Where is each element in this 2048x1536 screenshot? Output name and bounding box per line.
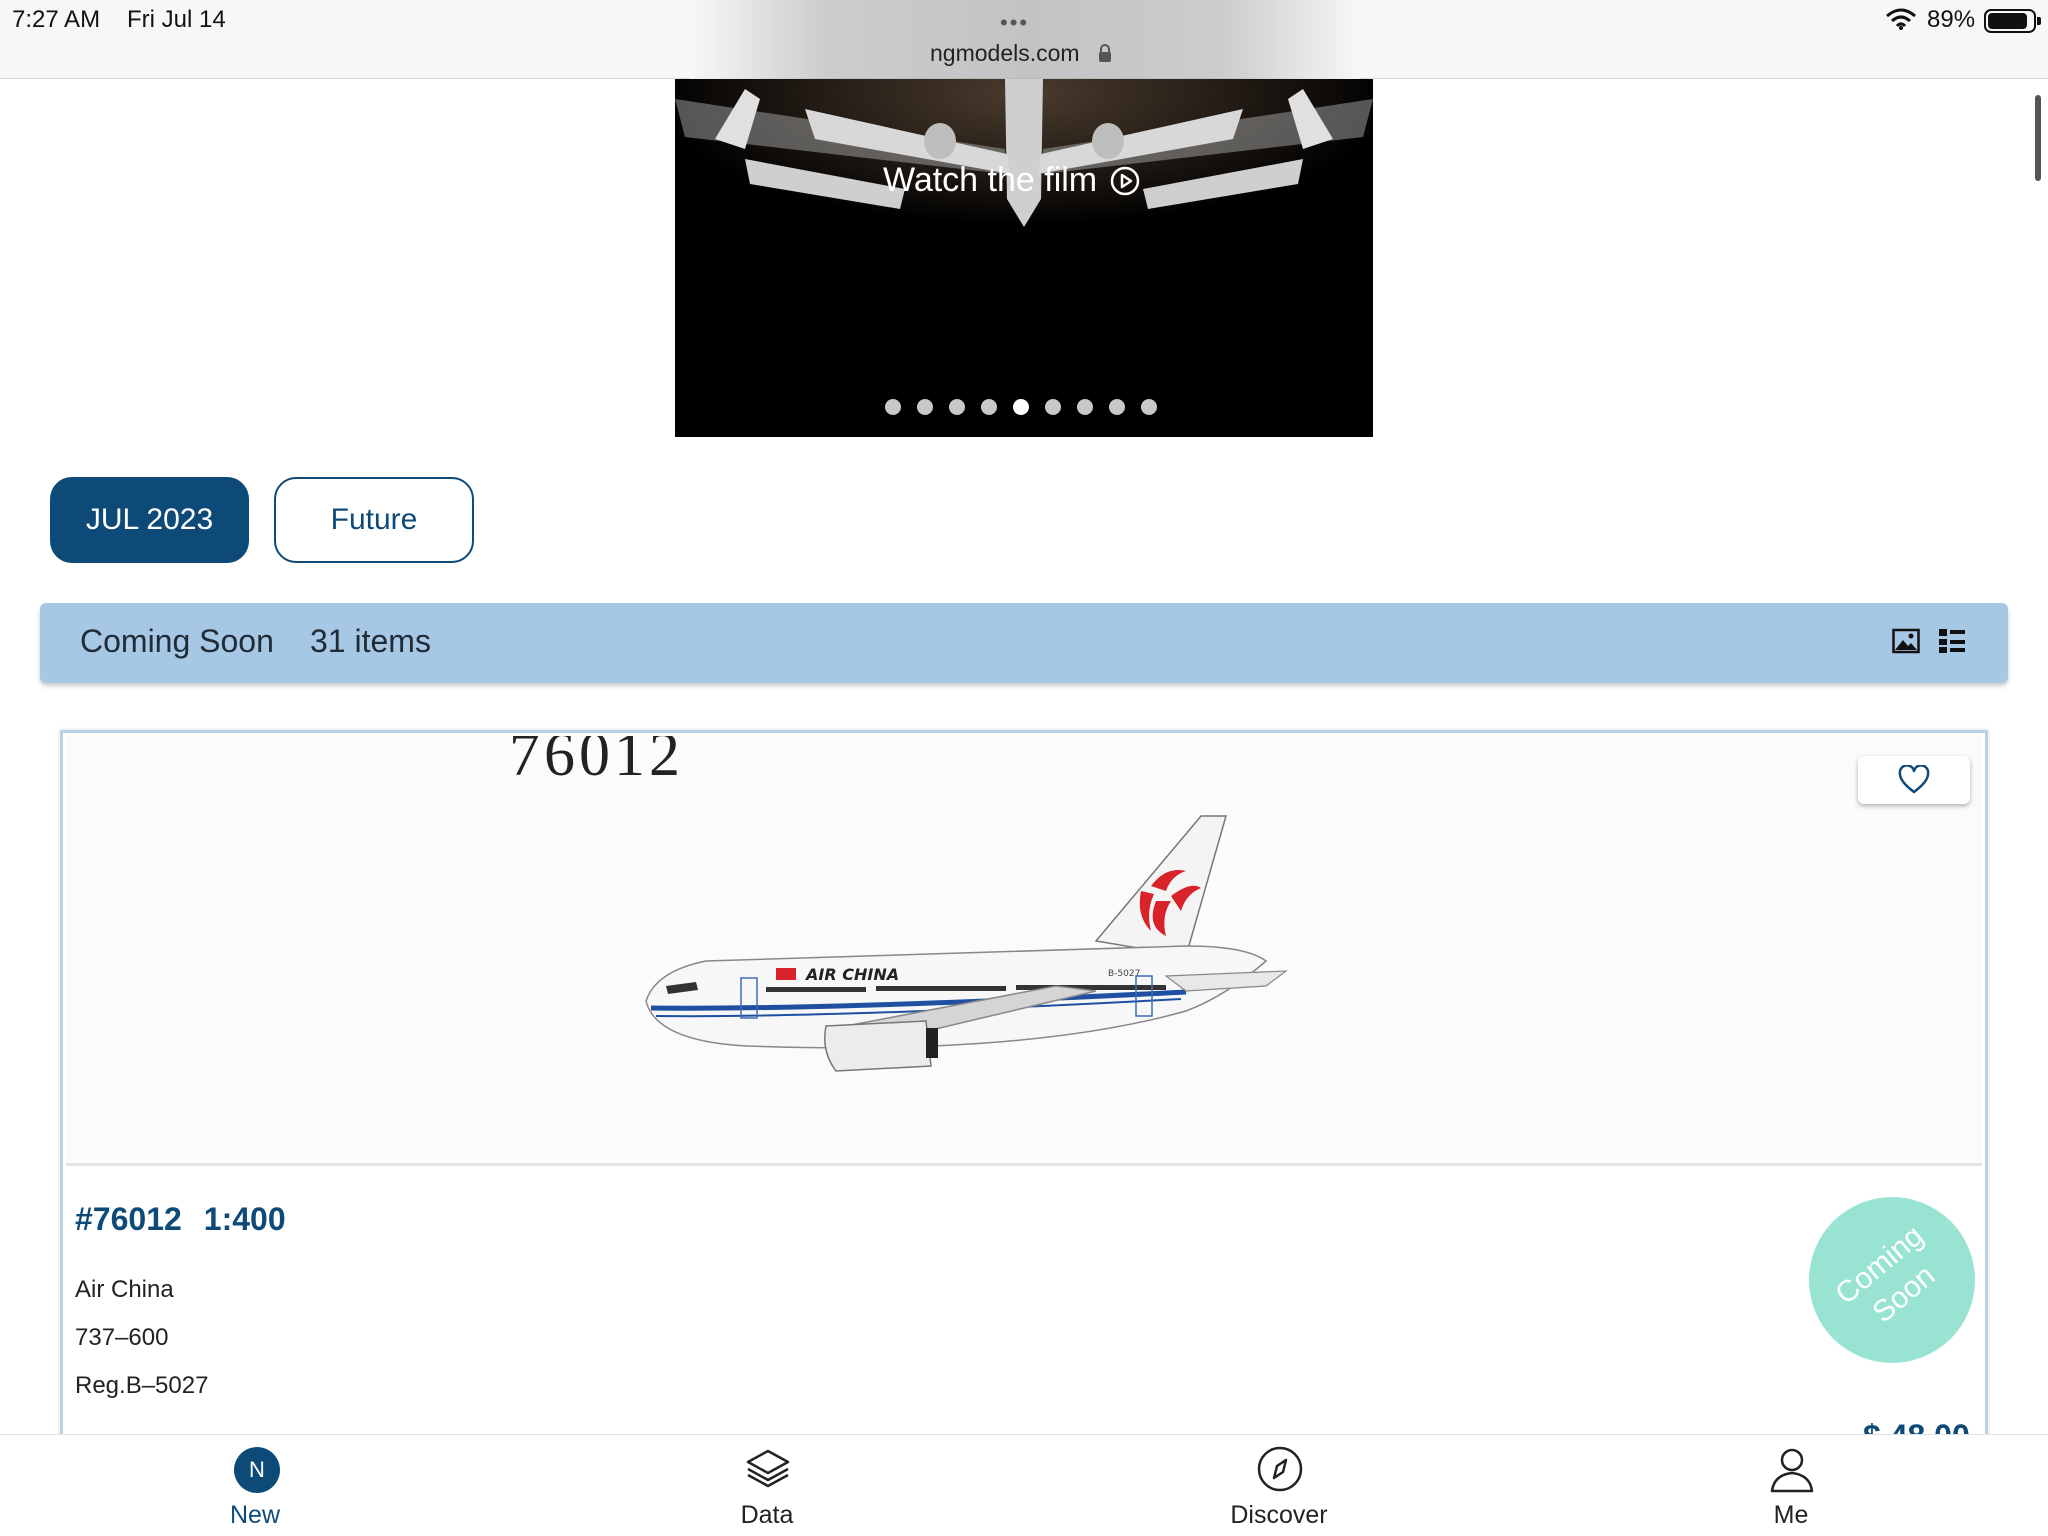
tab-me-label: Me	[1773, 1501, 1809, 1529]
browser-top-bar: 7:27 AM Fri Jul 14 ••• ngmodels.com 89%	[0, 0, 2048, 79]
battery-fill	[1988, 13, 2027, 29]
tab-discover[interactable]: Discover	[1179, 1435, 1379, 1536]
compass-icon	[1257, 1446, 1303, 1492]
carousel-dot[interactable]	[917, 399, 933, 415]
tab-new[interactable]: N New	[155, 1435, 355, 1536]
product-aircraft: 737–600	[75, 1324, 169, 1351]
product-image[interactable]: 76012 AIR CHINA B-5027	[66, 736, 1982, 1166]
section-header: Coming Soon 31 items	[40, 603, 2008, 683]
hero-planes-image	[675, 79, 1373, 227]
new-icon: N	[234, 1447, 280, 1493]
product-image-code: 76012	[509, 736, 684, 789]
status-date: Fri Jul 14	[127, 6, 226, 33]
tab-new-label: New	[229, 1501, 280, 1529]
play-circle-icon	[1110, 166, 1140, 195]
section-title: Coming Soon	[80, 623, 274, 659]
carousel-dot[interactable]	[885, 399, 901, 415]
carousel-dot[interactable]	[1045, 399, 1061, 415]
product-registration: Reg.B–5027	[75, 1372, 209, 1399]
favorite-button[interactable]	[1858, 756, 1970, 804]
bottom-tab-bar: N New Data Discover Me	[0, 1434, 2048, 1536]
carousel-dot[interactable]	[1109, 399, 1125, 415]
product-card[interactable]: 76012 AIR CHINA B-5027 #76012 1:400 Air …	[60, 730, 1988, 1454]
list-view-icon[interactable]	[1938, 628, 1966, 654]
filter-future-button[interactable]: Future	[274, 477, 474, 563]
hero-carousel[interactable]: Watch the film	[675, 79, 1373, 437]
heart-icon	[1898, 765, 1930, 794]
browser-menu-dots[interactable]: •••	[1000, 10, 1029, 36]
layers-icon	[746, 1449, 790, 1488]
product-scale: 1:400	[203, 1201, 286, 1237]
tab-data-label: Data	[740, 1501, 794, 1529]
product-number: #76012	[75, 1201, 182, 1237]
image-view-icon[interactable]	[1892, 628, 1920, 654]
carousel-dot[interactable]	[1077, 399, 1093, 415]
carousel-dot[interactable]	[949, 399, 965, 415]
battery-icon	[1984, 9, 2041, 33]
product-airline: Air China	[75, 1276, 174, 1303]
status-time: 7:27 AM	[12, 6, 101, 33]
carousel-dot[interactable]	[1013, 399, 1029, 415]
coming-soon-badge-label: Coming Soon	[1829, 1219, 1942, 1330]
user-icon	[1770, 1448, 1814, 1493]
watch-film-button[interactable]: Watch the film	[883, 161, 1141, 200]
scrollbar-thumb[interactable]	[2035, 95, 2041, 181]
coming-soon-badge: Coming Soon	[1809, 1197, 1975, 1363]
airplane-model-image: AIR CHINA B-5027	[645, 815, 1288, 1072]
url-address[interactable]: ngmodels.com	[930, 40, 1080, 67]
carousel-dot[interactable]	[1141, 399, 1157, 415]
tab-me[interactable]: Me	[1691, 1435, 1891, 1536]
battery-percent: 89%	[1927, 6, 1976, 33]
tab-discover-label: Discover	[1230, 1501, 1328, 1529]
livery-airline-text: AIR CHINA	[804, 965, 899, 984]
wifi-icon	[1886, 8, 1916, 30]
carousel-dot[interactable]	[981, 399, 997, 415]
carousel-pager[interactable]	[885, 399, 1157, 415]
section-item-count: 31 items	[310, 623, 431, 659]
filter-jul-2023-button[interactable]: JUL 2023	[50, 477, 249, 563]
tab-data[interactable]: Data	[667, 1435, 867, 1536]
product-title[interactable]: #76012 1:400	[75, 1201, 286, 1238]
lock-icon	[1099, 44, 1111, 62]
watch-film-label: Watch the film	[883, 161, 1098, 199]
